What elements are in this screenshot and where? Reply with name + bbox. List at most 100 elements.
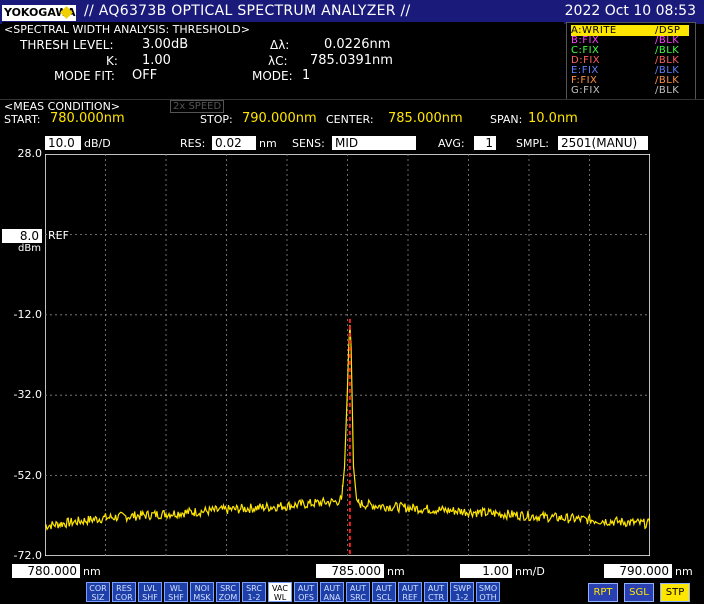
- avg-label: AVG:: [438, 137, 465, 150]
- mode-label: MODE:: [252, 69, 293, 83]
- softkey-bar: COR SIZ RES COR LVL SHF WL SHF NOI MSK SRC ZOM SRC 1-…: [0, 582, 704, 604]
- softkey-line: SHF: [142, 593, 158, 602]
- trace-name: G:FIX: [571, 85, 601, 96]
- softkey-button[interactable]: RES COR: [112, 582, 136, 602]
- y-tick-label: -32.0: [13, 388, 42, 402]
- delta-lambda-label: Δλ:: [270, 38, 290, 52]
- softkey-line: WL: [169, 584, 183, 593]
- center-value: 785.000nm: [388, 111, 463, 126]
- sens-label: SENS:: [292, 137, 325, 150]
- softkey-button[interactable]: COR SIZ: [86, 582, 110, 602]
- center-wl-field[interactable]: 785.000: [316, 564, 384, 578]
- start-wl-field[interactable]: 780.000: [12, 564, 80, 578]
- res-field[interactable]: 0.02: [212, 136, 256, 150]
- softkey-line: OTH: [479, 593, 497, 602]
- action-rpt-button[interactable]: RPT: [588, 583, 618, 602]
- softkey-button[interactable]: AUT SRC: [346, 582, 370, 602]
- ref-label: REF: [48, 229, 69, 242]
- softkey-line: ZOM: [218, 593, 238, 602]
- softkey-button[interactable]: AUT CTR: [424, 582, 448, 602]
- smpl-field[interactable]: 2501(MANU): [558, 136, 648, 150]
- softkey-button[interactable]: LVL SHF: [138, 582, 162, 602]
- softkey-line: VAC: [272, 584, 288, 593]
- scale-unit: dB/D: [84, 137, 111, 150]
- softkey-line: AUT: [349, 584, 367, 593]
- y-tick-label: -72.0: [13, 549, 42, 562]
- mode-fit-label: MODE FIT:: [54, 69, 115, 83]
- softkey-button[interactable]: VAC WL: [268, 582, 292, 602]
- lambda-c-label: λC:: [268, 54, 288, 68]
- speed-badge: 2x SPEED: [170, 100, 225, 113]
- softkey-line: WL: [273, 593, 287, 602]
- ref-level-field[interactable]: 8.0: [2, 229, 42, 243]
- thresh-value: 3.00dB: [142, 37, 189, 52]
- softkey-line: SWP: [453, 584, 471, 593]
- res-label: RES:: [180, 137, 206, 150]
- softkey-line: AUT: [323, 584, 341, 593]
- softkey-line: ANA: [323, 593, 341, 602]
- softkey-line: 1-2: [247, 593, 261, 602]
- softkey-button[interactable]: SWP 1-2: [450, 582, 474, 602]
- softkey-button[interactable]: SRC ZOM: [216, 582, 240, 602]
- stop-wl-unit: nm: [675, 565, 693, 578]
- softkey-button[interactable]: AUT OFS: [294, 582, 318, 602]
- softkey-button[interactable]: NOI MSK: [190, 582, 214, 602]
- span-value: 10.0nm: [528, 111, 578, 126]
- spectrum-plot[interactable]: [45, 154, 650, 556]
- analysis-panel: <SPECTRAL WIDTH ANALYSIS: THRESHOLD> THR…: [2, 22, 564, 96]
- softkey-line: 1-2: [455, 593, 469, 602]
- k-label: K:: [106, 54, 118, 68]
- softkey-button[interactable]: AUT REF: [398, 582, 422, 602]
- start-value: 780.000nm: [50, 111, 125, 126]
- softkey-button[interactable]: SRC 1-2: [242, 582, 266, 602]
- xscale-unit: nm/D: [515, 565, 545, 578]
- xscale-field[interactable]: 1.00: [460, 564, 512, 578]
- softkey-button[interactable]: AUT SCL: [372, 582, 396, 602]
- softkey-line: SIZ: [91, 593, 105, 602]
- softkey-line: SRC: [220, 584, 236, 593]
- trace-item[interactable]: G:FIX/BLK: [571, 85, 679, 96]
- res-unit: nm: [259, 137, 277, 150]
- y-tick-label: 28.0: [17, 147, 43, 160]
- stop-label: STOP:: [200, 113, 233, 126]
- softkey-line: AUT: [427, 584, 445, 593]
- start-label: START:: [4, 113, 41, 126]
- trace-state: /BLK: [655, 85, 680, 96]
- softkey-line: LVL: [143, 584, 157, 593]
- action-sgl-button[interactable]: SGL: [624, 583, 654, 602]
- softkey-button[interactable]: SMO OTH: [476, 582, 500, 602]
- center-wl-unit: nm: [387, 565, 405, 578]
- scale-field[interactable]: 10.0: [45, 136, 81, 150]
- y-tick-label: -52.0: [13, 468, 42, 482]
- softkey-button[interactable]: AUT ANA: [320, 582, 344, 602]
- softkey-line: SRC: [246, 584, 262, 593]
- mode-fit-value: OFF: [132, 68, 158, 83]
- start-wl-unit: nm: [83, 565, 101, 578]
- softkey-line: SMO: [478, 584, 498, 593]
- softkey-line: AUT: [375, 584, 393, 593]
- softkey-line: SHF: [168, 593, 184, 602]
- lambda-c-value: 785.0391nm: [310, 53, 393, 68]
- avg-field[interactable]: 1: [474, 136, 496, 150]
- trace-panel: A:WRITE/DSP B:FIX/BLK C:FIX/BLK D:FIX/BLK E:…: [566, 22, 696, 100]
- softkey-line: SCL: [376, 593, 392, 602]
- smpl-label: SMPL:: [516, 137, 549, 150]
- softkey-line: COR: [115, 593, 133, 602]
- instrument-title: // AQ6373B OPTICAL SPECTRUM ANALYZER //: [84, 3, 411, 19]
- thresh-label: THRESH LEVEL:: [20, 38, 114, 52]
- y-tick-label: -12.0: [13, 307, 42, 321]
- delta-lambda-value: 0.0226nm: [324, 37, 391, 52]
- softkey-line: AUT: [297, 584, 315, 593]
- meas-condition-panel: <MEAS CONDITION> 2x SPEED START: 780.000…: [0, 99, 704, 128]
- softkey-line: COR: [89, 584, 107, 593]
- sens-field[interactable]: MID: [332, 136, 416, 150]
- action-stp-button[interactable]: STP: [660, 583, 690, 602]
- span-label: SPAN:: [490, 113, 523, 126]
- stop-wl-field[interactable]: 790.000: [604, 564, 672, 578]
- ref-unit: dBm: [18, 243, 41, 254]
- softkey-line: REF: [402, 593, 418, 602]
- datetime: 2022 Oct 10 08:53: [564, 3, 696, 19]
- softkey-line: MSK: [193, 593, 211, 602]
- stop-value: 790.000nm: [242, 111, 317, 126]
- softkey-button[interactable]: WL SHF: [164, 582, 188, 602]
